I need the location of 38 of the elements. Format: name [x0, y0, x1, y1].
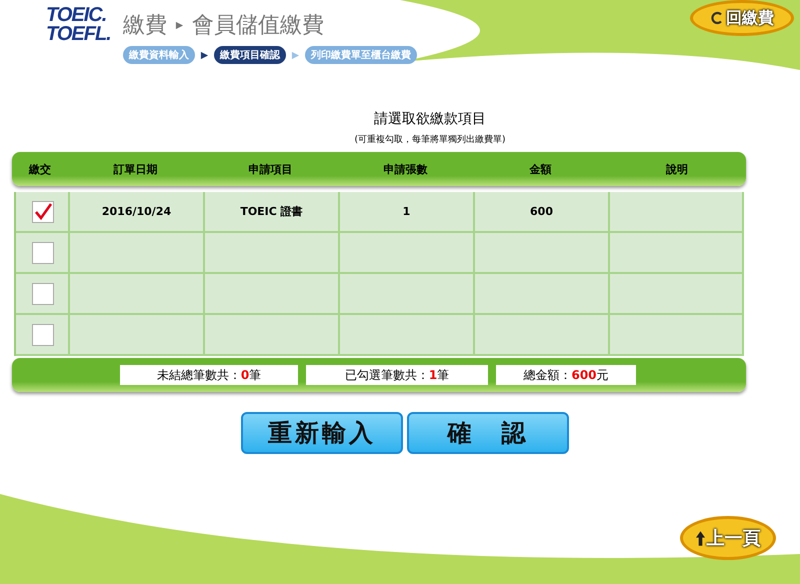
summary-label: 總金額： — [523, 366, 572, 384]
summary-label: 未結總筆數共： — [156, 366, 241, 384]
table-cell: 1 — [340, 192, 475, 231]
checkbox[interactable] — [32, 324, 54, 346]
summary-value: 600 — [571, 368, 597, 382]
column-header: 訂單日期 — [112, 162, 158, 176]
summary-value: 1 — [428, 368, 438, 382]
step-pill: 繳費項目確認 — [214, 46, 286, 64]
checkbox[interactable] — [32, 242, 54, 264]
breadcrumb-text: 繳費 — [122, 12, 167, 40]
step-pill: 列印繳費單至櫃台繳費 — [304, 46, 417, 64]
column-header: 繳交 — [28, 162, 52, 176]
table-cell: 2016/10/24 — [70, 192, 205, 231]
summary-label: 已勾選筆數共： — [344, 366, 429, 384]
up-arrow-icon — [696, 530, 704, 546]
column-header: 申請張數 — [382, 162, 428, 176]
triangle-icon — [200, 50, 209, 60]
column-header: 說明 — [664, 162, 689, 176]
action-button[interactable]: 確 認 — [407, 412, 569, 454]
checkbox[interactable] — [32, 282, 54, 304]
action-button[interactable]: 重新輸入 — [241, 412, 403, 454]
table-cell: TOEIC 證書 — [205, 192, 340, 231]
checkbox[interactable] — [32, 200, 54, 222]
triangle-icon — [174, 20, 184, 30]
page-subtitle: (可重複勾取，每筆將單獨列出繳費單) — [353, 134, 507, 146]
column-header: 申請項目 — [248, 162, 294, 176]
column-header: 金額 — [528, 162, 552, 176]
summary-unit: 筆 — [249, 366, 262, 384]
summary-value: 0 — [240, 368, 250, 382]
page-title: 請選取欲繳款項目 — [373, 110, 487, 128]
logo-text: TOEFL. — [46, 25, 111, 44]
triangle-icon — [290, 50, 300, 60]
table-cell: 600 — [475, 192, 610, 231]
summary-unit: 筆 — [437, 366, 450, 384]
breadcrumb-text: 會員儲值繳費 — [192, 12, 324, 40]
logo-text: TOEIC. — [46, 6, 108, 25]
summary-unit: 元 — [596, 366, 609, 384]
step-pill: 繳費資料輸入 — [122, 46, 195, 64]
